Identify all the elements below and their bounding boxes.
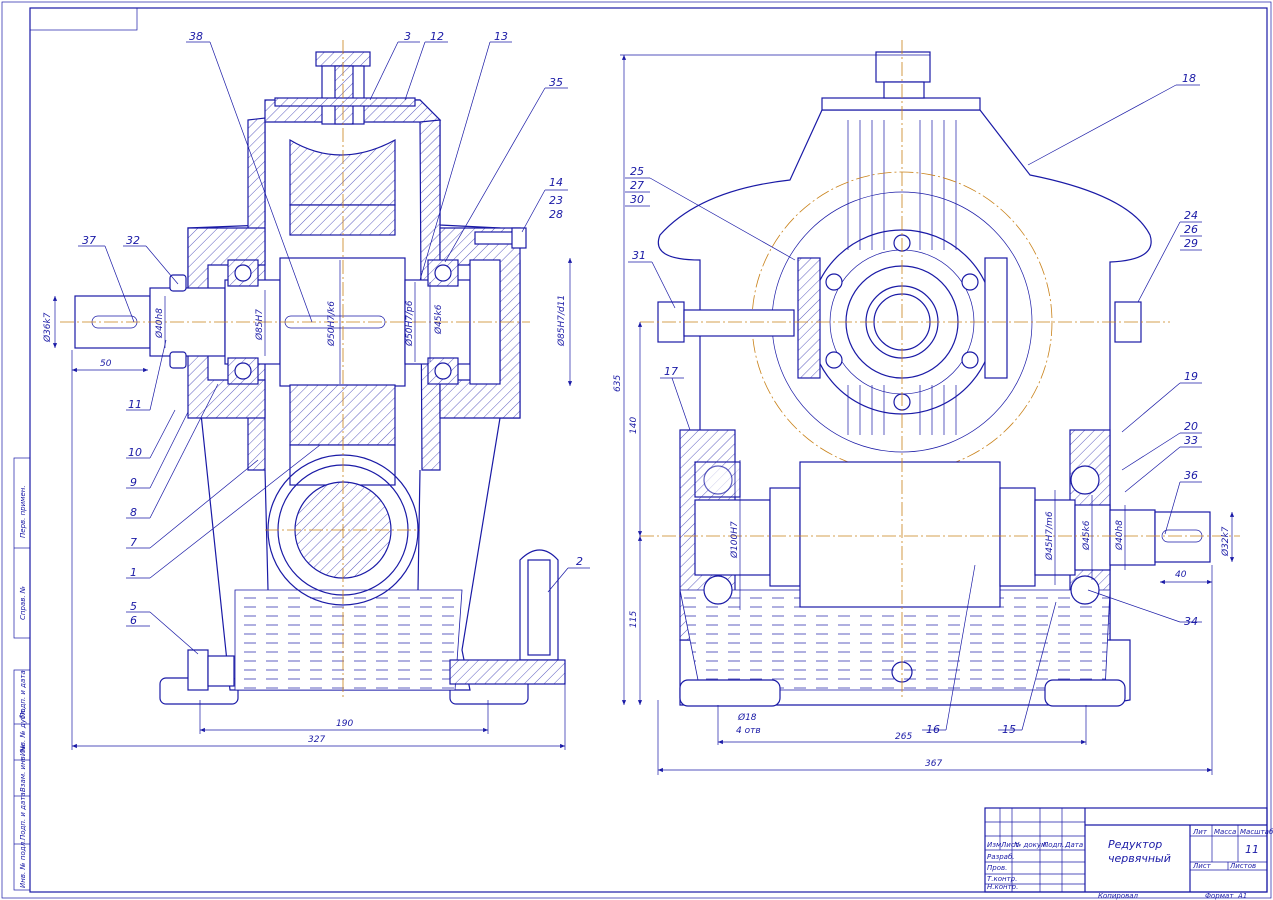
part-label-24: 24	[1184, 209, 1198, 222]
part-label-26: 26	[1184, 223, 1198, 236]
dim-r-0: 635	[613, 375, 623, 392]
part-label-8: 8	[130, 506, 137, 519]
tb-sheet-count: 11	[1245, 843, 1259, 856]
part-label-31: 31	[632, 249, 646, 262]
part-label-30: 30	[630, 193, 644, 206]
part-label-37: 37	[82, 234, 96, 247]
part-label-32: 32	[126, 234, 140, 247]
part-label-11: 11	[128, 398, 142, 411]
dim-l-5: Ø45k6	[433, 304, 444, 335]
part-label-35: 35	[549, 76, 563, 89]
part-label-13: 13	[494, 30, 508, 43]
right-side-view	[620, 40, 1240, 775]
tb-title-2: червячный	[1108, 852, 1171, 865]
dim-l-4: Ø50H7/p6	[404, 300, 415, 347]
tb-izm: Изм	[987, 841, 1002, 849]
dim-l-2: Ø85H7	[254, 309, 265, 341]
side-strip: Перв. примен. Справ. № Подп. и дата Инв.…	[13, 457, 31, 891]
dim-r-1: 140	[629, 417, 639, 434]
tb-sheets-label: Листов	[1229, 862, 1256, 870]
part-label-28: 28	[549, 208, 563, 221]
part-label-12: 12	[430, 30, 444, 43]
part-label-15: 15	[1002, 723, 1016, 736]
tb-date: Дата	[1064, 841, 1083, 849]
part-label-9: 9	[130, 476, 137, 489]
dim-l-1: Ø40h8	[154, 308, 165, 339]
dim-r-4: Ø45H7/m6	[1044, 511, 1055, 561]
tb-title-1: Редуктор	[1108, 838, 1162, 851]
strip-label-1: Справ. №	[19, 586, 27, 620]
part-label-23: 23	[549, 194, 563, 207]
dim-r-12: 367	[925, 759, 942, 769]
dim-r-6: Ø40h8	[1114, 520, 1125, 551]
part-label-7: 7	[130, 536, 137, 549]
part-label-6: 6	[130, 614, 137, 627]
part-label-38: 38	[189, 30, 203, 43]
part-label-19: 19	[1184, 370, 1198, 383]
tb-role-ncontr: Н.контр.	[987, 883, 1018, 891]
dim-r-10: 4 отв	[736, 726, 761, 736]
part-label-1: 1	[130, 566, 137, 579]
tb-col-scale: Масштаб	[1240, 828, 1273, 836]
dim-l-8: 190	[336, 719, 353, 729]
part-label-2: 2	[576, 555, 583, 568]
part-label-10: 10	[128, 446, 142, 459]
part-label-3: 3	[404, 30, 411, 43]
dim-r-9: Ø18	[737, 712, 757, 723]
dim-r-5: Ø45k6	[1081, 520, 1092, 551]
tb-sheet-label: Лист	[1192, 862, 1212, 870]
dim-l-0: Ø36k7	[42, 312, 53, 343]
part-label-14: 14	[549, 176, 563, 189]
tb-format-value: А1	[1237, 892, 1247, 900]
part-label-36: 36	[1184, 469, 1198, 482]
dim-l-9: 327	[308, 735, 325, 745]
dim-r-8: 40	[1175, 570, 1187, 580]
dim-r-11: 265	[895, 732, 912, 742]
dim-l-7: 50	[100, 359, 112, 369]
tb-role-check: Пров.	[987, 864, 1007, 872]
dim-l-6: Ø85H7/d11	[556, 295, 567, 347]
part-label-5: 5	[130, 600, 137, 613]
part-label-34: 34	[1184, 615, 1198, 628]
strip-label-5: Подп. и дата	[19, 792, 27, 840]
left-section-view	[52, 40, 573, 750]
part-label-33: 33	[1184, 434, 1198, 447]
assembly-drawing: Перв. примен. Справ. № Подп. и дата Инв.…	[1, 1, 1273, 900]
part-label-27: 27	[630, 179, 644, 192]
strip-label-6: Инв. № подл.	[19, 840, 27, 888]
title-block: Изм Лист № докум. Подп. Дата Разраб. Про…	[984, 807, 1273, 900]
tb-role-tcontr: Т.контр.	[987, 875, 1017, 883]
tb-format: Формат	[1205, 892, 1234, 900]
part-label-20: 20	[1184, 420, 1198, 433]
strip-label-0: Перв. примен.	[19, 485, 27, 538]
dim-r-7: Ø32k7	[1220, 526, 1231, 557]
part-label-16: 16	[926, 723, 940, 736]
strip-label-4: Взам. инв. №	[19, 744, 27, 792]
dim-l-3: Ø50H7/k6	[326, 301, 337, 347]
tb-copied: Копировал	[1098, 892, 1139, 900]
tb-sign: Подп.	[1043, 841, 1064, 849]
dim-r-2: 115	[629, 611, 639, 628]
part-label-29: 29	[1184, 237, 1198, 250]
part-label-17: 17	[664, 365, 678, 378]
tb-col-lit: Лит	[1192, 828, 1208, 836]
part-label-25: 25	[630, 165, 644, 178]
tb-role-dev: Разраб.	[987, 853, 1015, 861]
dim-r-3: Ø100H7	[729, 521, 740, 559]
tb-col-mass: Масса	[1214, 828, 1236, 836]
drawing-sheet: { "part_labels": ["38","3","12","13","35…	[0, 0, 1273, 900]
part-label-18: 18	[1182, 72, 1196, 85]
